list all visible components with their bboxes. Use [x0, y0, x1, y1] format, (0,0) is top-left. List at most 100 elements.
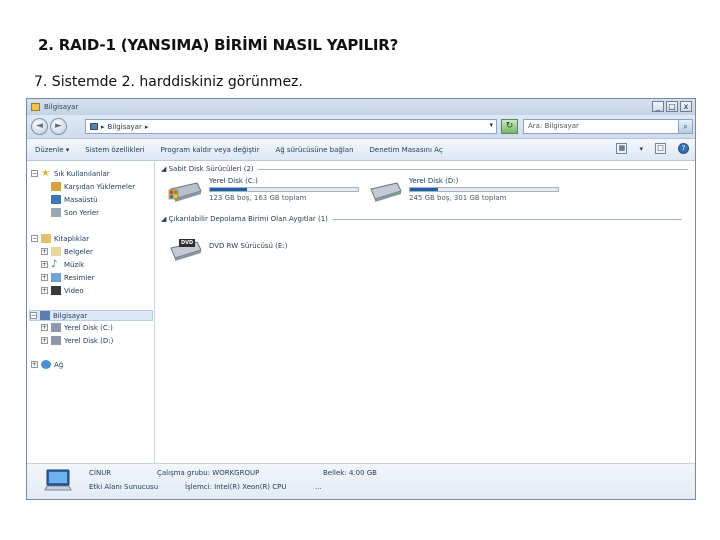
nav-music[interactable]: + ♪ Müzik: [41, 259, 85, 270]
workgroup-text: Çalışma grubu: WORKGROUP: [157, 469, 260, 477]
nav-label: Yerel Disk (D:): [64, 336, 114, 345]
back-button[interactable]: ◄: [31, 118, 48, 135]
collapse-icon[interactable]: −: [31, 170, 38, 177]
nav-label: Karşıdan Yüklemeler: [64, 182, 136, 191]
expand-icon[interactable]: +: [41, 274, 48, 281]
nav-label: Bilgisayar: [53, 311, 88, 320]
drive-usage-bar: [209, 187, 359, 192]
dvd-drive-icon: DVD: [167, 236, 203, 262]
dvd-logo-text: DVD: [181, 240, 194, 246]
control-panel-button[interactable]: Denetim Masasını Aç: [370, 146, 443, 154]
view-dropdown-icon[interactable]: ▾: [639, 145, 643, 153]
address-path[interactable]: Bilgisayar: [108, 123, 142, 131]
documents-icon: [51, 247, 61, 256]
expand-icon[interactable]: +: [41, 337, 48, 344]
navigation-pane: − ★ Sık Kullanılanlar Karşıdan Yüklemele…: [27, 162, 155, 463]
forward-button[interactable]: ►: [50, 118, 67, 135]
nav-label: Belgeler: [64, 247, 93, 256]
nav-libraries[interactable]: − Kitaplıklar: [31, 234, 89, 243]
computer-icon: [43, 468, 73, 494]
nav-label: Müzik: [64, 260, 85, 269]
recent-places-icon: [51, 208, 61, 217]
star-icon: ★: [41, 168, 50, 179]
group-header-label: ◢ Sabit Disk Sürücüleri (2): [161, 165, 254, 173]
content-pane: ◢ Sabit Disk Sürücüleri (2) Yerel Disk (…: [155, 162, 695, 463]
explorer-window: Bilgisayar _ □ x ◄ ► ▸ Bilgisayar ▸ ▾ ↻ …: [26, 98, 696, 500]
dvd-drive-tile[interactable]: DVD DVD RW Sürücüsü (E:): [167, 236, 287, 262]
nav-videos[interactable]: + Video: [41, 286, 84, 295]
uninstall-program-button[interactable]: Program kaldır veya değiştir: [161, 146, 260, 154]
group-header-removable[interactable]: ◢ Çıkarılabilir Depolama Birimi Olan Ayg…: [161, 215, 682, 223]
collapse-icon[interactable]: −: [30, 312, 37, 319]
group-divider: [331, 218, 682, 220]
group-header-hard-disks[interactable]: ◢ Sabit Disk Sürücüleri (2): [161, 165, 688, 173]
nav-pictures[interactable]: + Resimler: [41, 273, 94, 282]
expand-icon[interactable]: +: [41, 261, 48, 268]
nav-label: Masaüstü: [64, 195, 98, 204]
pictures-icon: [51, 273, 61, 282]
slide-title: 2. RAID-1 (YANSIMA) BİRİMİ NASIL YAPILIR…: [38, 36, 399, 54]
nav-downloads[interactable]: Karşıdan Yüklemeler: [51, 182, 135, 191]
system-properties-button[interactable]: Sistem özellikleri: [85, 146, 144, 154]
nav-label: Kitaplıklar: [54, 234, 90, 243]
nav-label: Sık Kullanılanlar: [54, 169, 110, 178]
hard-drive-icon: [51, 336, 61, 345]
expand-icon[interactable]: +: [41, 287, 48, 294]
slide-subtitle: 7. Sistemde 2. harddiskiniz görünmez.: [34, 74, 303, 90]
nav-computer[interactable]: − Bilgisayar: [29, 310, 153, 321]
expand-icon[interactable]: +: [31, 361, 38, 368]
nav-documents[interactable]: + Belgeler: [41, 247, 93, 256]
drive-size-text: 123 GB boş, 163 GB toplam: [209, 194, 307, 202]
drive-name: DVD RW Sürücüsü (E:): [209, 242, 288, 250]
expand-icon[interactable]: +: [41, 248, 48, 255]
preview-pane-icon[interactable]: □: [655, 143, 666, 154]
drive-usage-fill: [210, 188, 247, 191]
nav-recent[interactable]: Son Yerler: [51, 208, 99, 217]
nav-label: Resimler: [64, 273, 95, 282]
nav-favorites[interactable]: − ★ Sık Kullanılanlar: [31, 168, 110, 179]
nav-label: Ağ: [54, 360, 64, 369]
details-pane: CİNUR Etki Alanı Sunucusu Çalışma grubu:…: [27, 463, 695, 499]
network-icon: [41, 360, 51, 369]
search-icon[interactable]: ⌕: [678, 120, 692, 133]
path-arrow[interactable]: ▸: [145, 123, 149, 131]
computer-role: Etki Alanı Sunucusu: [89, 483, 159, 491]
path-separator: ▸: [101, 122, 105, 131]
view-options-icon[interactable]: ▦: [616, 143, 628, 154]
computer-name: CİNUR: [89, 469, 112, 477]
desktop-icon: [51, 195, 61, 204]
minimize-button[interactable]: _: [652, 101, 664, 112]
search-input[interactable]: Ara: Bilgisayar ⌕: [523, 119, 693, 134]
expand-icon[interactable]: +: [41, 324, 48, 331]
folder-icon: [31, 103, 40, 111]
drive-c-tile[interactable]: Yerel Disk (C:) 123 GB boş, 163 GB topla…: [167, 177, 359, 203]
refresh-button[interactable]: ↻: [501, 119, 518, 134]
memory-text: Bellek: 4.00 GB: [323, 469, 377, 477]
window-title: Bilgisayar: [44, 103, 79, 111]
close-button[interactable]: x: [680, 101, 692, 112]
group-header-label: ◢ Çıkarılabilir Depolama Birimi Olan Ayg…: [161, 215, 328, 223]
collapse-icon[interactable]: −: [31, 235, 38, 242]
map-network-drive-button[interactable]: Ağ sürücüsüne bağlan: [275, 146, 353, 154]
help-icon[interactable]: ?: [678, 143, 689, 154]
nav-desktop[interactable]: Masaüstü: [51, 195, 98, 204]
nav-drive-d[interactable]: + Yerel Disk (D:): [41, 336, 113, 345]
search-placeholder: Ara: Bilgisayar: [528, 122, 579, 130]
hard-drive-icon: [367, 177, 403, 203]
address-row: ◄ ► ▸ Bilgisayar ▸ ▾ ↻ Ara: Bilgisayar ⌕: [27, 115, 695, 139]
address-bar[interactable]: ▸ Bilgisayar ▸ ▾: [85, 119, 497, 134]
nav-drive-c[interactable]: + Yerel Disk (C:): [41, 323, 113, 332]
nav-network[interactable]: + Ağ: [31, 360, 63, 369]
maximize-button[interactable]: □: [666, 101, 678, 112]
organize-button[interactable]: Düzenle ▾: [35, 146, 69, 154]
command-bar: Düzenle ▾ Sistem özellikleri Program kal…: [27, 139, 695, 161]
computer-icon: [90, 123, 98, 130]
music-icon: ♪: [51, 259, 58, 270]
nav-label: Son Yerler: [64, 208, 100, 217]
title-bar[interactable]: Bilgisayar _ □ x: [27, 99, 695, 115]
drive-d-tile[interactable]: Yerel Disk (D:) 245 GB boş, 301 GB topla…: [367, 177, 559, 203]
drive-name: Yerel Disk (D:): [409, 177, 459, 185]
address-dropdown-icon[interactable]: ▾: [489, 121, 493, 129]
processor-text: İşlemci: Intel(R) Xeon(R) CPU: [185, 483, 287, 491]
drive-size-text: 245 GB boş, 301 GB toplam: [409, 194, 507, 202]
